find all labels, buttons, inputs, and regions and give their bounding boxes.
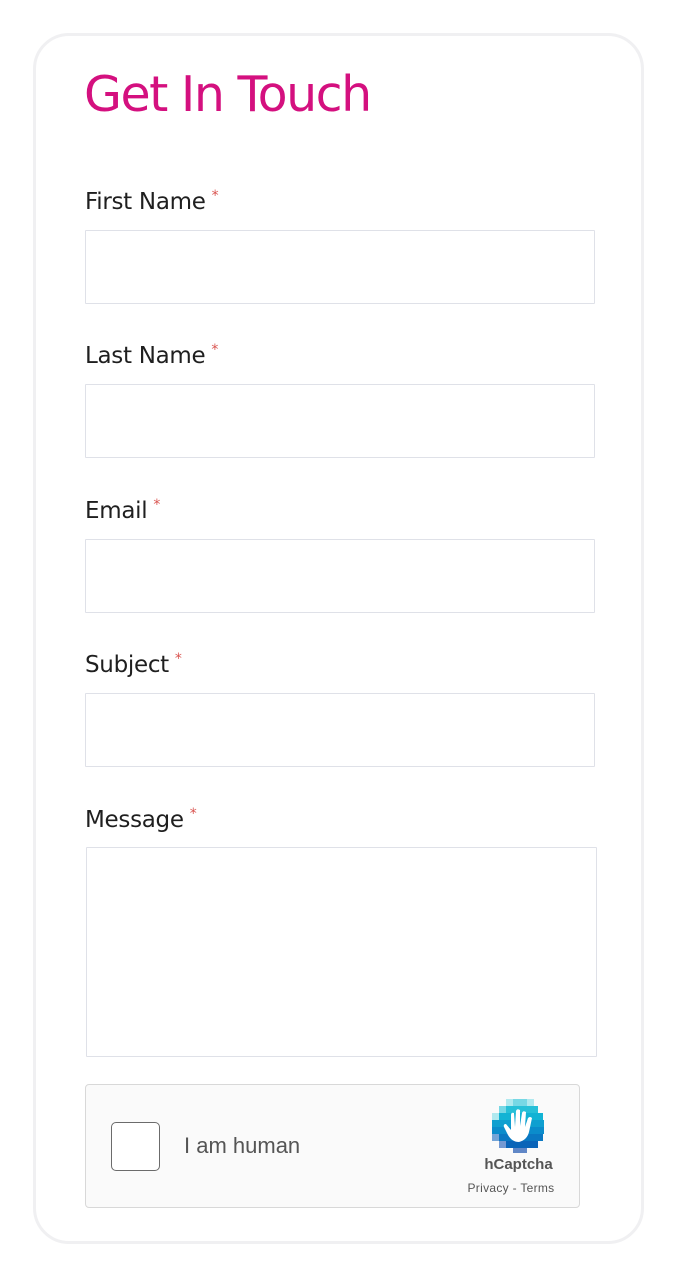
captcha-label: I am human bbox=[184, 1133, 301, 1158]
required-marker: * bbox=[211, 342, 219, 358]
required-marker: * bbox=[211, 188, 219, 204]
form-title: Get In Touch bbox=[84, 66, 372, 123]
subject-field-wrapper bbox=[85, 693, 595, 767]
captcha-checkbox[interactable] bbox=[111, 1122, 160, 1171]
email-label: Email * bbox=[85, 497, 161, 524]
email-field-wrapper bbox=[85, 539, 595, 613]
captcha-links: Privacy - Terms bbox=[451, 1181, 571, 1195]
captcha-widget: I am human hCaptcha Privacy - Terms bbox=[85, 1084, 580, 1208]
required-marker: * bbox=[153, 497, 161, 513]
first-name-field-wrapper bbox=[85, 230, 595, 304]
hcaptcha-logo-icon bbox=[492, 1099, 544, 1153]
subject-label: Subject * bbox=[85, 651, 182, 678]
first-name-input[interactable] bbox=[86, 231, 594, 303]
captcha-brand: hCaptcha bbox=[484, 1156, 553, 1173]
first-name-label: First Name * bbox=[85, 188, 219, 215]
captcha-privacy-link[interactable]: Privacy bbox=[468, 1181, 509, 1195]
message-field-wrapper bbox=[86, 847, 597, 1057]
captcha-links-separator: - bbox=[512, 1181, 517, 1195]
last-name-field-wrapper bbox=[85, 384, 595, 458]
required-marker: * bbox=[189, 806, 197, 822]
captcha-terms-link[interactable]: Terms bbox=[520, 1181, 554, 1195]
required-marker: * bbox=[174, 651, 182, 667]
last-name-label: Last Name * bbox=[85, 342, 219, 369]
email-input[interactable] bbox=[86, 540, 594, 612]
message-label: Message * bbox=[85, 806, 197, 833]
subject-input[interactable] bbox=[86, 694, 594, 766]
last-name-input[interactable] bbox=[86, 385, 594, 457]
message-textarea[interactable] bbox=[87, 848, 596, 1056]
